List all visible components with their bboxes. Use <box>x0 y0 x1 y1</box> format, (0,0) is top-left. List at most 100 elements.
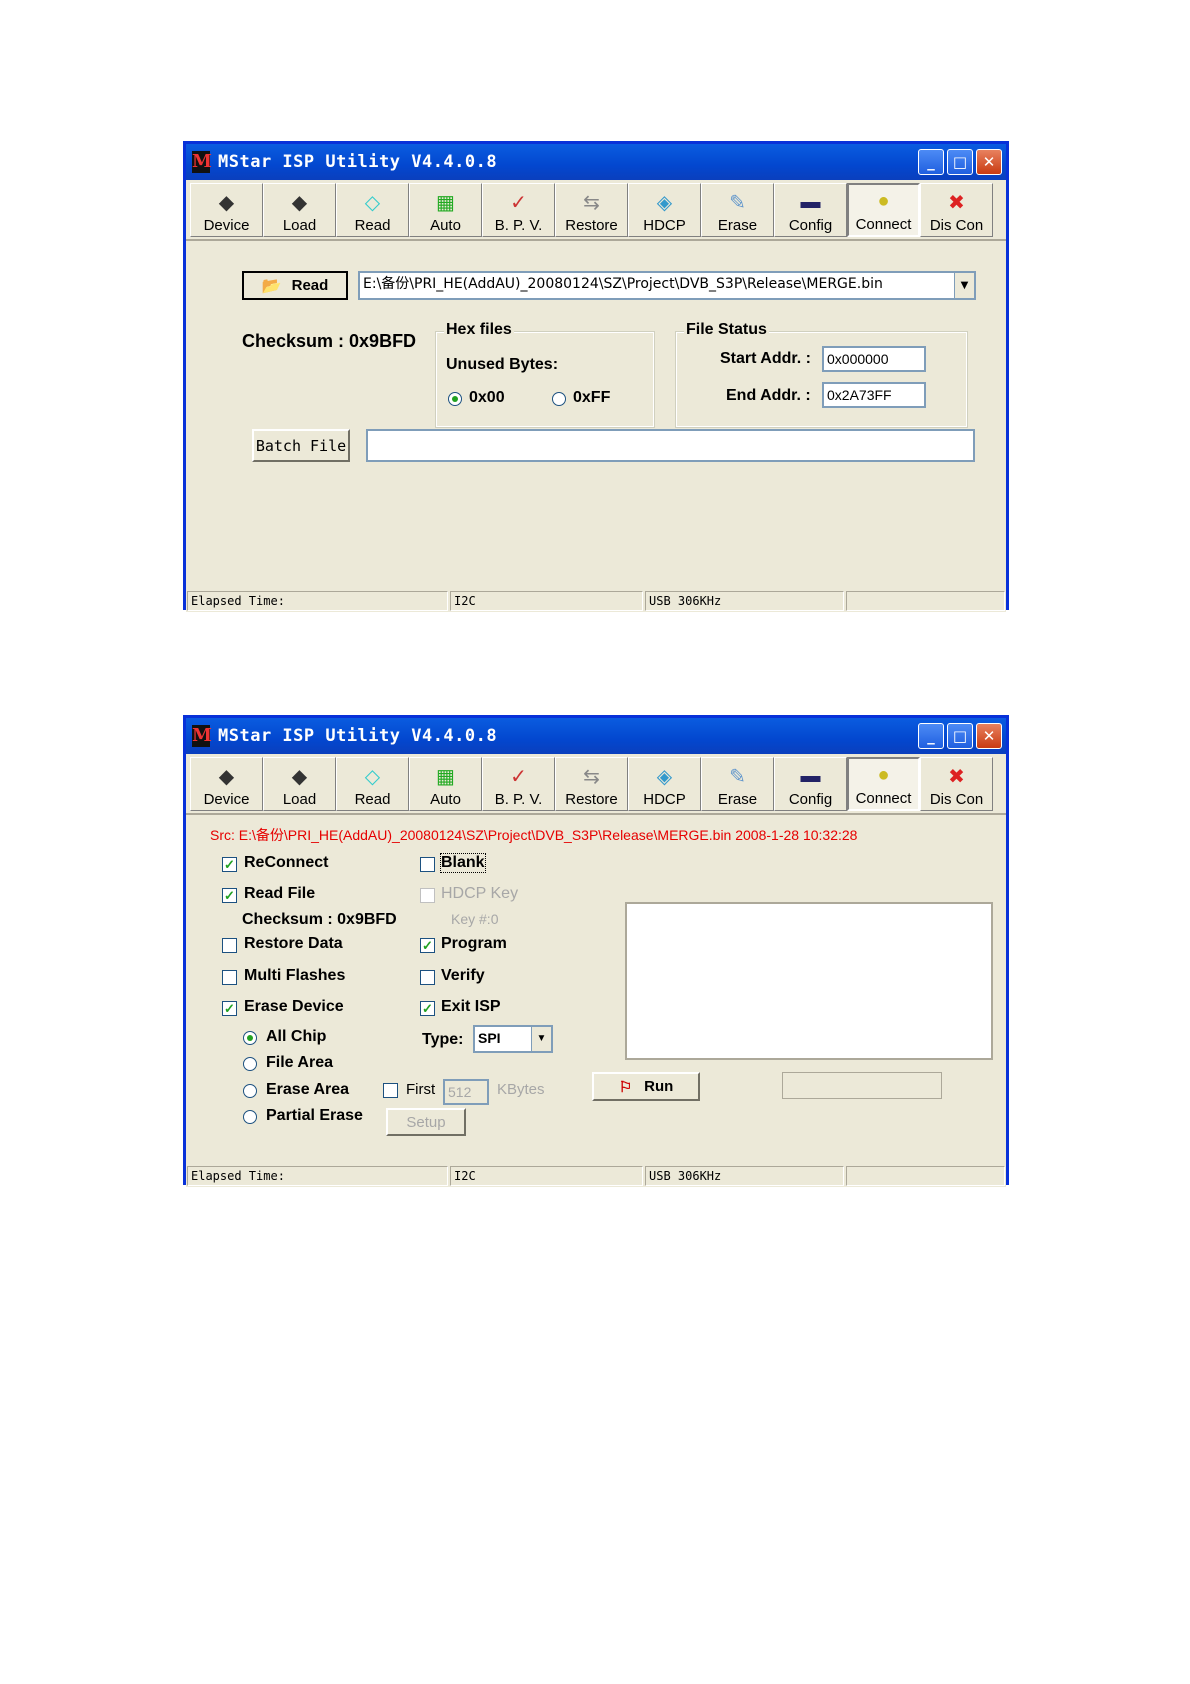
restore-data-checkbox[interactable] <box>222 938 237 953</box>
toolbar-load-button[interactable]: ◆ Load <box>263 183 336 237</box>
program-checkbox[interactable]: ✓ <box>420 938 435 953</box>
toolbar-restore-button[interactable]: ⇆ Restore <box>555 183 628 237</box>
config-icon: ▬ <box>800 764 821 787</box>
restore-icon: ⇆ <box>583 191 600 214</box>
toolbar-b-p-v-button[interactable]: ✓ B. P. V. <box>482 183 555 237</box>
verify-label: Verify <box>441 967 485 984</box>
hex-files-title: Hex files <box>444 321 514 339</box>
erase-device-label: Erase Device <box>244 998 344 1015</box>
reconnect-label: ReConnect <box>244 854 329 871</box>
bus-status: I2C <box>450 1166 643 1186</box>
file-path-dropdown[interactable]: E:\备份\PRI_HE(AddAU)_20080124\SZ\Project\… <box>358 271 976 300</box>
toolbar-restore-button[interactable]: ⇆ Restore <box>555 757 628 811</box>
end-addr-label: End Addr. : <box>726 387 811 404</box>
chip-icon: ◆ <box>218 765 235 788</box>
close-button[interactable]: ✕ <box>976 723 1002 749</box>
all-chip-radio[interactable] <box>243 1031 257 1045</box>
toolbar-erase-button[interactable]: ✎ Erase <box>701 757 774 811</box>
toolbar-read-button[interactable]: ◇ Read <box>336 757 409 811</box>
toolbar-connect-button[interactable]: ● Connect <box>847 757 920 811</box>
radio-0x00[interactable] <box>448 392 462 406</box>
multi-flashes-checkbox[interactable] <box>222 970 237 985</box>
title-bar[interactable]: M MStar ISP Utility V4.4.0.8 _ □ ✕ <box>186 144 1006 180</box>
toolbar-config-button[interactable]: ▬ Config <box>774 183 847 237</box>
start-addr-field[interactable]: 0x000000 <box>822 346 926 372</box>
blank-checkbox[interactable] <box>420 857 435 872</box>
config-icon: ▬ <box>800 190 821 213</box>
usb-status: USB 306KHz <box>645 591 844 611</box>
toolbar-label: Load <box>282 217 317 234</box>
exit-isp-label: Exit ISP <box>441 998 501 1015</box>
file-status-title: File Status <box>684 321 769 339</box>
program-label: Program <box>441 935 507 952</box>
toolbar-read-button[interactable]: ◇ Read <box>336 183 409 237</box>
maximize-button[interactable]: □ <box>947 149 973 175</box>
erase-icon: ✎ <box>729 765 746 788</box>
toolbar-dis-con-button[interactable]: ✖ Dis Con <box>920 757 993 811</box>
toolbar-connect-button[interactable]: ● Connect <box>847 183 920 237</box>
first-kbytes-field[interactable]: 512 <box>443 1079 489 1105</box>
erase-device-checkbox[interactable]: ✓ <box>222 1001 237 1016</box>
batch-file-field[interactable] <box>366 429 975 462</box>
auto-icon: ▦ <box>436 191 455 214</box>
exit-isp-checkbox[interactable]: ✓ <box>420 1001 435 1016</box>
toolbar-label: HDCP <box>643 791 686 808</box>
setup-button[interactable]: Setup <box>386 1108 466 1136</box>
maximize-button[interactable]: □ <box>947 723 973 749</box>
restore-data-label: Restore Data <box>244 935 343 952</box>
disconnect-icon: ✖ <box>948 191 965 214</box>
toolbar-dis-con-button[interactable]: ✖ Dis Con <box>920 183 993 237</box>
toolbar-config-button[interactable]: ▬ Config <box>774 757 847 811</box>
checksum-label: Checksum : 0x9BFD <box>242 331 417 351</box>
title-bar[interactable]: M MStar ISP Utility V4.4.0.8 _ □ ✕ <box>186 718 1006 754</box>
toolbar-b-p-v-button[interactable]: ✓ B. P. V. <box>482 757 555 811</box>
verify-checkbox[interactable] <box>420 970 435 985</box>
toolbar-device-button[interactable]: ◆ Device <box>190 183 263 237</box>
minimize-button[interactable]: _ <box>918 149 944 175</box>
first-checkbox[interactable] <box>383 1083 398 1098</box>
type-dropdown[interactable]: SPI ▼ <box>473 1025 553 1053</box>
connect-icon: ● <box>877 763 890 786</box>
toolbar-label: Restore <box>565 217 618 234</box>
read-button[interactable]: 📂 Read <box>242 271 348 300</box>
multi-flashes-label: Multi Flashes <box>244 967 346 984</box>
toolbar: ◆ Device ◆ Load ◇ Read ▦ Auto ✓ B. P. V. ⇆ Restore ◈… <box>186 754 1006 815</box>
file-status-group: File Status Start Addr. : 0x000000 End A… <box>675 321 968 428</box>
toolbar-auto-button[interactable]: ▦ Auto <box>409 183 482 237</box>
toolbar-hdcp-button[interactable]: ◈ HDCP <box>628 757 701 811</box>
reconnect-checkbox[interactable]: ✓ <box>222 857 237 872</box>
toolbar-auto-button[interactable]: ▦ Auto <box>409 757 482 811</box>
read-file-checkbox[interactable]: ✓ <box>222 888 237 903</box>
end-addr-field[interactable]: 0x2A73FF <box>822 382 926 408</box>
run-button[interactable]: ⚐ Run <box>592 1072 700 1101</box>
file-area-radio[interactable] <box>243 1057 257 1071</box>
log-output-area[interactable] <box>625 902 993 1060</box>
chevron-down-icon[interactable]: ▼ <box>954 273 974 298</box>
unused-bytes-label: Unused Bytes: <box>446 356 559 373</box>
toolbar-erase-button[interactable]: ✎ Erase <box>701 183 774 237</box>
check-icon: ✓ <box>510 191 527 214</box>
hdcp-key-checkbox[interactable] <box>420 888 435 903</box>
batch-file-button[interactable]: Batch File <box>252 429 350 462</box>
checksum-label: Checksum : 0x9BFD <box>242 911 397 928</box>
erase-area-radio[interactable] <box>243 1084 257 1098</box>
chevron-down-icon[interactable]: ▼ <box>531 1027 551 1051</box>
radio-0xff[interactable] <box>552 392 566 406</box>
toolbar-load-button[interactable]: ◆ Load <box>263 757 336 811</box>
hex-files-group: Hex files Unused Bytes: 0x00 0xFF <box>435 321 655 428</box>
partial-erase-radio[interactable] <box>243 1110 257 1124</box>
close-button[interactable]: ✕ <box>976 149 1002 175</box>
toolbar-label: Load <box>282 791 317 808</box>
toolbar-device-button[interactable]: ◆ Device <box>190 757 263 811</box>
toolbar-hdcp-button[interactable]: ◈ HDCP <box>628 183 701 237</box>
window-title: MStar ISP Utility V4.4.0.8 <box>218 152 498 172</box>
elapsed-time-status: Elapsed Time: <box>187 1166 448 1186</box>
toolbar-label: Connect <box>855 216 912 233</box>
toolbar-label: Config <box>788 217 833 234</box>
app-logo-icon: M <box>192 151 212 173</box>
minimize-button[interactable]: _ <box>918 723 944 749</box>
toolbar-label: HDCP <box>643 217 686 234</box>
hdcp-key-label: HDCP Key <box>441 885 519 902</box>
folder-open-icon: 📂 <box>261 277 282 295</box>
toolbar-label: Read <box>354 791 391 808</box>
